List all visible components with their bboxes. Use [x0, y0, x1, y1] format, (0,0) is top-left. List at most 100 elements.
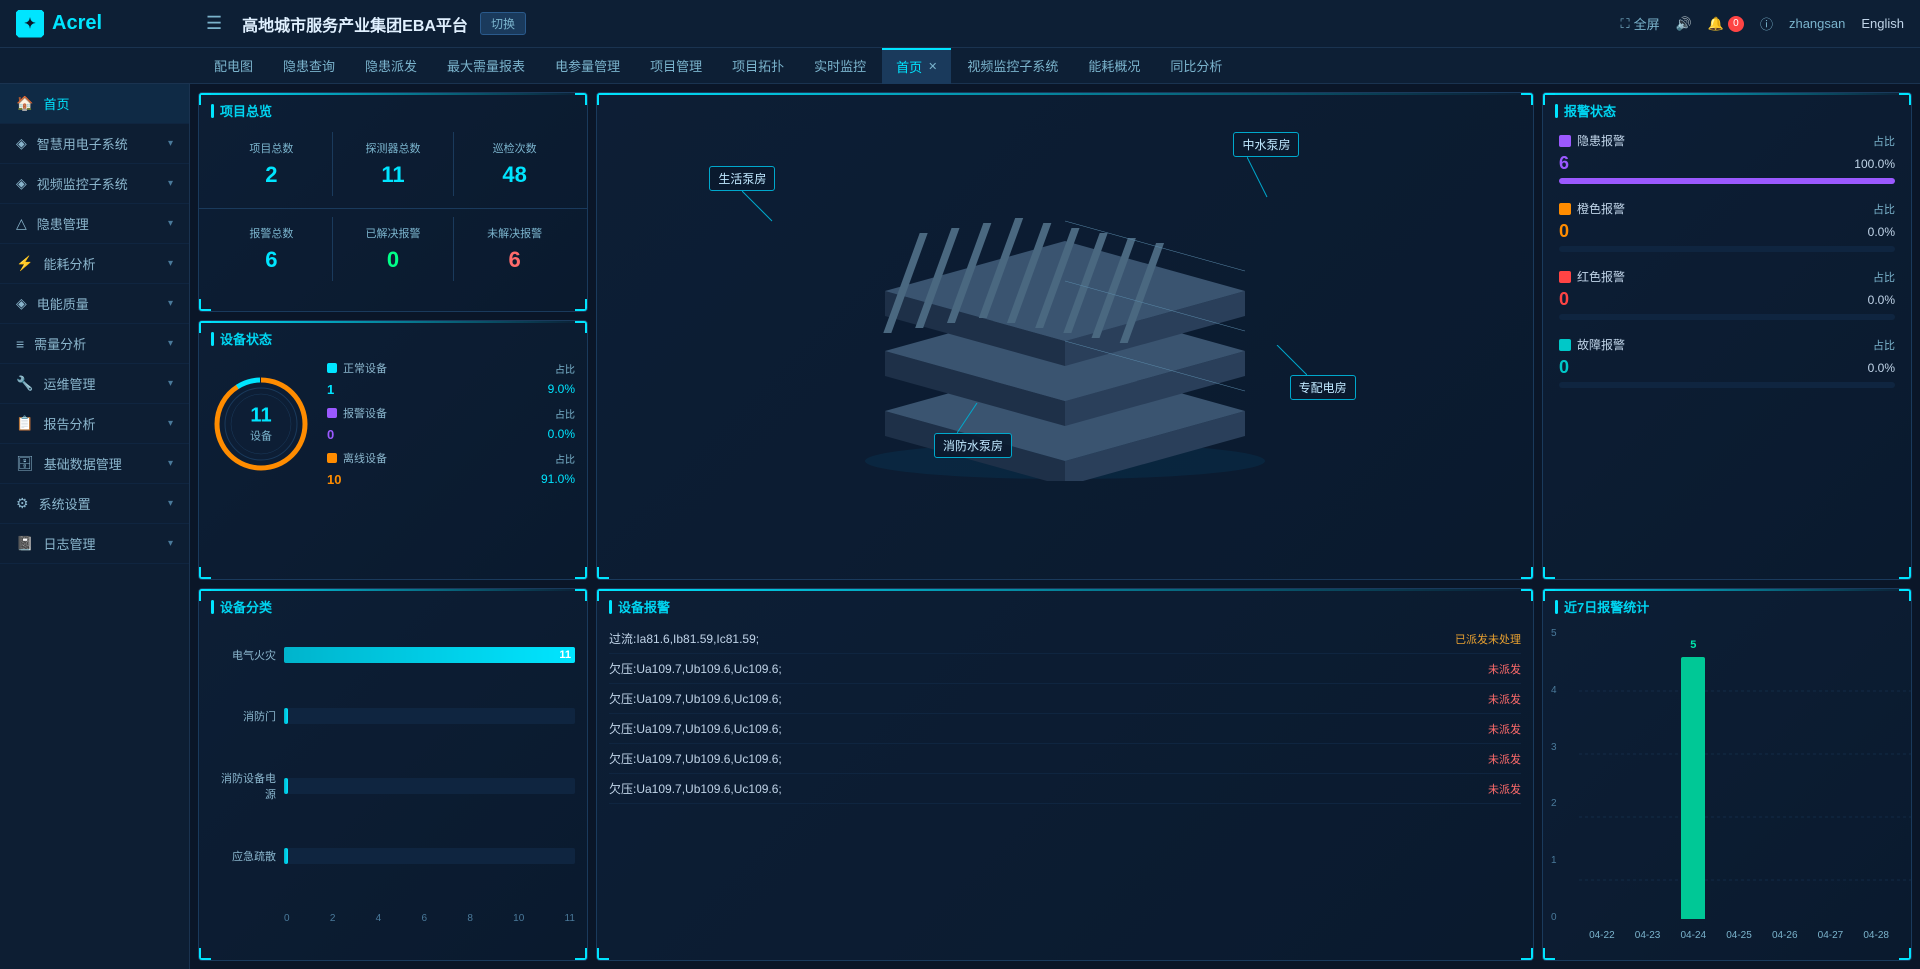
- notification-button[interactable]: 🔔 0: [1708, 16, 1744, 32]
- help-icon: ⓘ: [1760, 14, 1773, 33]
- demand-icon: ≡: [16, 336, 24, 352]
- device-status-inner: 11 设备 正常设备 占比 1 9.0%: [199, 352, 587, 495]
- switch-button[interactable]: 切换: [480, 12, 526, 35]
- tab-realtime[interactable]: 实时监控: [800, 48, 880, 84]
- alert-row-red: 红色报警 占比 0 0.0%: [1559, 268, 1895, 320]
- home-icon: 🏠: [16, 95, 33, 112]
- top-title-area: ☰ 高地城市服务产业集团EBA平台 切换: [206, 12, 1620, 36]
- sidebar-label-logs: 日志管理: [43, 534, 158, 553]
- building-model-panel: 生活泵房 中水泵房 专配电房 消防水泵房: [596, 92, 1534, 580]
- tab-yinhanpaifa[interactable]: 隐患派发: [351, 48, 431, 84]
- alarm-row-2: 欠压:Ua109.7,Ub109.6,Uc109.6; 未派发: [609, 684, 1521, 714]
- device-category-title: 设备分类: [199, 589, 587, 620]
- bar-row-2: 消防设备电源: [211, 770, 575, 802]
- logo-text: Acrel: [52, 12, 102, 35]
- device-alarms-title: 设备报警: [597, 589, 1533, 620]
- tab-projecttopo[interactable]: 项目拓扑: [718, 48, 798, 84]
- alert-status-title: 报警状态: [1543, 93, 1911, 124]
- alert-row-hazard: 隐患报警 占比 6 100.0%: [1559, 132, 1895, 184]
- sidebar-item-ops[interactable]: 🔧 运维管理 ▾: [0, 364, 189, 404]
- sidebar-label-hazard: 隐患管理: [37, 214, 158, 233]
- stats-grid-2: 报警总数 6 已解决报警 0 未解决报警 6: [199, 208, 587, 289]
- sidebar-item-hazard[interactable]: △ 隐患管理 ▾: [0, 204, 189, 244]
- sidebar-label-energy: 能耗分析: [43, 254, 158, 273]
- sidebar-label-power-quality: 电能质量: [37, 294, 158, 313]
- seven-day-title: 近7日报警统计: [1543, 589, 1911, 620]
- building-3d-svg: [835, 191, 1295, 481]
- label-xiaofangshuibengfang: 消防水泵房: [934, 433, 1012, 458]
- legend-normal: 正常设备 占比: [327, 360, 575, 376]
- tab-close-icon[interactable]: ✕: [928, 60, 937, 73]
- chevron-down-icon-8: ▾: [168, 418, 173, 429]
- sidebar-label-smart-elec: 智慧用电子系统: [37, 134, 158, 153]
- bar-fill-2: [284, 778, 288, 794]
- sidebar-item-energy[interactable]: ⚡ 能耗分析 ▾: [0, 244, 189, 284]
- help-button[interactable]: ⓘ: [1760, 14, 1773, 33]
- label-shenghuobengfang: 生活泵房: [709, 166, 775, 191]
- sidebar-item-demand[interactable]: ≡ 需量分析 ▾: [0, 324, 189, 364]
- alarm-row-0: 过流:Ia81.6,Ib81.59,Ic81.59; 已派发未处理: [609, 624, 1521, 654]
- tab-peidiantu[interactable]: 配电图: [200, 48, 267, 84]
- bar-track-1: [284, 708, 575, 724]
- tab-yinhanchaxun[interactable]: 隐患查询: [269, 48, 349, 84]
- sound-button[interactable]: 🔊: [1676, 16, 1692, 32]
- stat-inspection-count: 巡检次数 48: [454, 132, 575, 196]
- powerq-icon: ◈: [16, 295, 27, 312]
- bar-fill-1: [284, 708, 288, 724]
- sidebar-item-power-quality[interactable]: ◈ 电能质量 ▾: [0, 284, 189, 324]
- sidebar-label-demand: 需量分析: [34, 334, 158, 353]
- alarm-row-3: 欠压:Ua109.7,Ub109.6,Uc109.6; 未派发: [609, 714, 1521, 744]
- sidebar-label-settings: 系统设置: [39, 494, 158, 513]
- tab-maxneedreport[interactable]: 最大需量报表: [433, 48, 539, 84]
- chart-icon: ◈: [16, 135, 27, 152]
- sidebar-item-basedata[interactable]: 🗄 基础数据管理 ▾: [0, 444, 189, 484]
- bell-icon: 🔔: [1708, 16, 1724, 32]
- fullscreen-button[interactable]: ⛶ 全屏: [1620, 14, 1659, 33]
- alarm-row-5: 欠压:Ua109.7,Ub109.6,Uc109.6; 未派发: [609, 774, 1521, 804]
- page-title: 高地城市服务产业集团EBA平台: [242, 12, 468, 36]
- warning-icon: △: [16, 215, 27, 232]
- bar-track-3: [284, 848, 575, 864]
- menu-icon[interactable]: ☰: [206, 13, 222, 34]
- sidebar-item-settings[interactable]: ⚙ 系统设置 ▾: [0, 484, 189, 524]
- tab-compare[interactable]: 同比分析: [1156, 48, 1236, 84]
- stats-grid-1: 项目总数 2 探测器总数 11 巡检次数 48: [199, 124, 587, 204]
- settings-icon: ⚙: [16, 495, 29, 512]
- tab-energy[interactable]: 能耗概况: [1074, 48, 1154, 84]
- sidebar-item-video[interactable]: ◈ 视频监控子系统 ▾: [0, 164, 189, 204]
- tab-diancanliang[interactable]: 电参量管理: [541, 48, 634, 84]
- project-overview-title: 项目总览: [199, 93, 587, 124]
- content-area: 项目总览 项目总数 2 探测器总数 11 巡检次数 48: [190, 84, 1920, 969]
- sidebar-item-home[interactable]: 🏠 首页: [0, 84, 189, 124]
- sidebar-item-logs[interactable]: 📓 日志管理 ▾: [0, 524, 189, 564]
- sidebar-item-smart-elec[interactable]: ◈ 智慧用电子系统 ▾: [0, 124, 189, 164]
- tab-projectmgmt[interactable]: 项目管理: [636, 48, 716, 84]
- fullscreen-icon: ⛶: [1620, 16, 1629, 32]
- username: zhangsan: [1789, 16, 1845, 31]
- device-status-panel: 设备状态 1: [198, 320, 588, 580]
- alarm-list: 过流:Ia81.6,Ib81.59,Ic81.59; 已派发未处理 欠压:Ua1…: [597, 620, 1533, 808]
- tab-video[interactable]: 视频监控子系统: [953, 48, 1072, 84]
- alarm-row-4: 欠压:Ua109.7,Ub109.6,Uc109.6; 未派发: [609, 744, 1521, 774]
- bar-fill-0: 11: [284, 647, 575, 663]
- tab-home[interactable]: 首页 ✕: [882, 48, 951, 84]
- chevron-down-icon-6: ▾: [168, 338, 173, 349]
- chevron-down-icon-11: ▾: [168, 538, 173, 549]
- bar-row-1: 消防门: [211, 708, 575, 724]
- grid-lines-svg: [1579, 628, 1912, 943]
- bar-track-2: [284, 778, 575, 794]
- chevron-down-icon: ▾: [168, 138, 173, 149]
- chevron-down-icon-2: ▾: [168, 178, 173, 189]
- logo-icon: ✦: [16, 10, 44, 38]
- bar-row-0: 电气火灾 11: [211, 647, 575, 663]
- building-3d-container: 生活泵房 中水泵房 专配电房 消防水泵房: [597, 93, 1533, 579]
- alert-row-fault: 故障报警 占比 0 0.0%: [1559, 336, 1895, 388]
- language-button[interactable]: English: [1861, 16, 1904, 31]
- seven-day-chart-area: 5 4 3 2 1 0: [1543, 620, 1911, 951]
- sound-icon: 🔊: [1676, 16, 1692, 32]
- chevron-down-icon-10: ▾: [168, 498, 173, 509]
- sidebar-item-report[interactable]: 📋 报告分析 ▾: [0, 404, 189, 444]
- chevron-down-icon-4: ▾: [168, 258, 173, 269]
- bar-axis: 0 2 4 6 8 10 11: [211, 909, 575, 924]
- sidebar-label-video: 视频监控子系统: [37, 174, 158, 193]
